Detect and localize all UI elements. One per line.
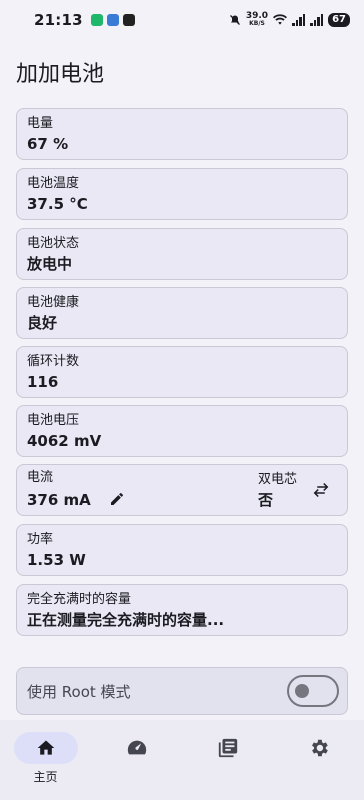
speedometer-icon <box>127 740 146 755</box>
nav-item-library[interactable] <box>182 720 273 800</box>
page-title: 加加电池 <box>16 62 105 87</box>
gear-icon <box>311 739 328 757</box>
switch-knob <box>295 684 309 698</box>
wechat-icon <box>90 14 103 26</box>
current-card: 电流 376 mA 双电芯 否 <box>16 464 348 516</box>
nav-item-dashboard[interactable] <box>91 720 182 800</box>
dual-cell-value: 否 <box>257 490 273 509</box>
mute-icon <box>229 15 240 25</box>
nav-library-pill <box>196 732 260 764</box>
tiktok-icon <box>122 14 135 26</box>
wifi-icon <box>273 14 288 25</box>
battery-indicator: 67 <box>328 13 350 27</box>
cycle-count-card: 循环计数 116 <box>16 346 348 398</box>
battery-state-card: 电池状态 放电中 <box>16 228 348 280</box>
swap-arrows-icon[interactable] <box>309 478 333 502</box>
battery-health-value: 良好 <box>27 314 58 332</box>
battery-level-card: 电量 67 % <box>16 108 348 160</box>
full-capacity-value: 正在测量完全充满时的容量... <box>27 611 225 629</box>
current-label: 电流 <box>27 470 54 485</box>
home-icon <box>37 740 54 755</box>
full-capacity-card: 完全充满时的容量 正在测量完全充满时的容量... <box>16 584 348 636</box>
dual-cell-label: 双电芯 <box>257 471 297 487</box>
signal-icon-1 <box>292 14 306 26</box>
message-app-icon <box>106 14 119 26</box>
bottom-nav: 主页 <box>0 720 364 800</box>
battery-level-label: 电量 <box>27 116 54 131</box>
nav-home-label: 主页 <box>33 770 58 784</box>
signal-icon-2 <box>310 14 324 26</box>
library-icon <box>218 738 237 758</box>
notification-icons <box>90 14 135 26</box>
battery-voltage-card: 电池电压 4062 mV <box>16 405 348 457</box>
battery-voltage-label: 电池电压 <box>27 413 80 428</box>
edit-icon[interactable] <box>105 487 129 511</box>
battery-voltage-value: 4062 mV <box>27 432 102 450</box>
power-label: 功率 <box>27 532 54 547</box>
full-capacity-label: 完全充满时的容量 <box>27 592 132 607</box>
battery-health-card: 电池健康 良好 <box>16 287 348 339</box>
battery-health-label: 电池健康 <box>27 295 80 310</box>
power-value: 1.53 W <box>27 551 86 569</box>
status-bar: 21:13 39.0 KB/S 67 <box>0 0 364 40</box>
nav-item-home[interactable]: 主页 <box>0 720 91 800</box>
root-mode-switch[interactable] <box>287 675 339 707</box>
root-mode-row[interactable]: 使用 Root 模式 <box>16 667 348 715</box>
battery-temperature-label: 电池温度 <box>27 176 80 191</box>
network-speed: 39.0 KB/S <box>245 11 269 28</box>
root-mode-label: 使用 Root 模式 <box>27 682 131 701</box>
cycle-count-value: 116 <box>27 373 59 391</box>
nav-dashboard-pill <box>105 732 169 764</box>
battery-state-label: 电池状态 <box>27 236 80 251</box>
battery-level-value: 67 % <box>27 135 69 153</box>
battery-state-value: 放电中 <box>27 255 73 273</box>
nav-settings-pill <box>287 732 351 764</box>
current-value: 376 mA <box>27 490 91 509</box>
battery-temperature-value: 37.5 °C <box>27 195 88 213</box>
status-time: 21:13 <box>34 11 83 29</box>
battery-temperature-card: 电池温度 37.5 °C <box>16 168 348 220</box>
nav-item-settings[interactable] <box>273 720 364 800</box>
power-card: 功率 1.53 W <box>16 524 348 576</box>
nav-home-pill <box>13 732 78 764</box>
cycle-count-label: 循环计数 <box>27 354 80 369</box>
